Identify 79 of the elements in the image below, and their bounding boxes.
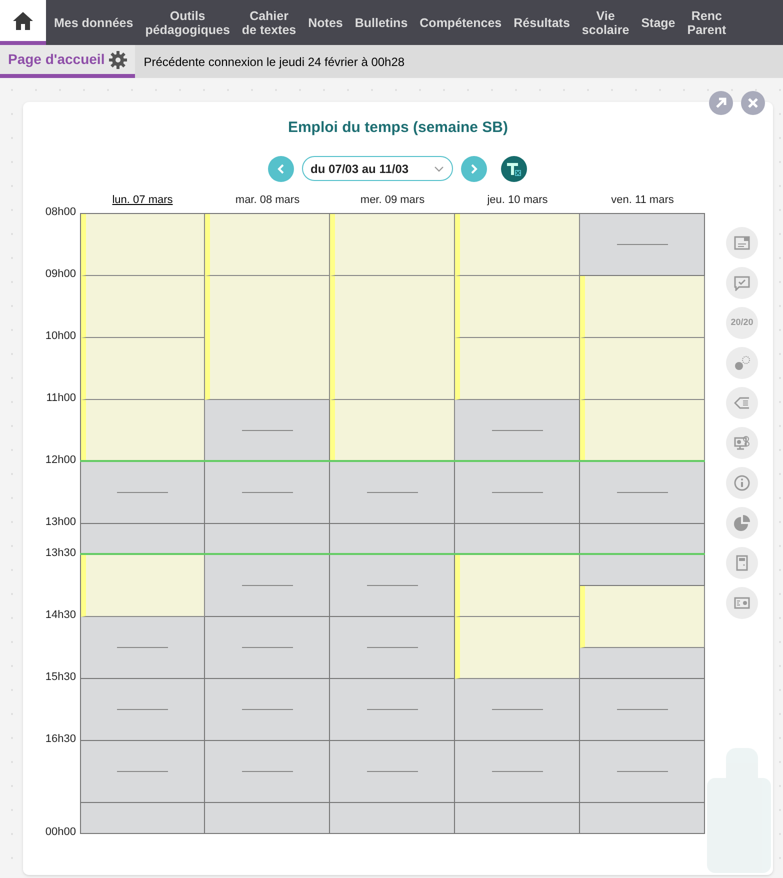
time-label: 16h30 xyxy=(45,732,76,744)
monitor-icon xyxy=(734,434,750,450)
course-block[interactable] xyxy=(455,276,580,338)
course-block[interactable] xyxy=(580,338,705,400)
time-label: 12h00 xyxy=(45,454,76,466)
nav-tab[interactable]: Stage xyxy=(641,16,676,30)
course-block[interactable] xyxy=(81,276,205,338)
settings-icon xyxy=(108,50,127,68)
export-button[interactable] xyxy=(500,156,526,182)
expand-button[interactable] xyxy=(709,91,733,115)
day-header[interactable]: mer. 09 mars xyxy=(330,194,455,212)
table-export-icon xyxy=(506,160,522,176)
pie-tool-button[interactable] xyxy=(726,506,758,538)
course-block[interactable] xyxy=(330,214,455,276)
nav-tab[interactable]: Notes xyxy=(308,16,343,30)
course-block[interactable] xyxy=(455,338,580,400)
time-label: 00h00 xyxy=(45,826,76,838)
home-icon xyxy=(12,10,34,30)
monitor-tool-button[interactable] xyxy=(726,426,758,458)
time-label: 08h00 xyxy=(45,206,76,218)
tag-icon xyxy=(734,394,750,410)
day-header[interactable]: jeu. 10 mars xyxy=(455,194,580,212)
time-label: 09h00 xyxy=(45,268,76,280)
chevron-down-icon xyxy=(434,166,444,172)
nav-tab[interactable]: Bulletins xyxy=(354,16,408,30)
note-icon xyxy=(734,234,750,250)
home-tab[interactable] xyxy=(0,0,46,45)
door-tool-button[interactable] xyxy=(726,546,758,578)
card-tool-button[interactable] xyxy=(726,586,758,618)
last-login-text: Précédente connexion le jeudi 24 février à 00h28 xyxy=(144,54,405,70)
info-tool-button[interactable] xyxy=(726,466,758,498)
projector-icon xyxy=(734,594,750,610)
time-label: 11h00 xyxy=(46,392,76,404)
dots-tool-button[interactable] xyxy=(726,346,758,378)
arrow-icon xyxy=(714,96,728,110)
nav-tab[interactable]: Outils pédagogiques xyxy=(145,8,230,36)
nav-tab[interactable]: Résultats xyxy=(514,16,570,30)
close-button[interactable] xyxy=(741,91,765,115)
course-block[interactable] xyxy=(81,400,205,462)
previous-week-button[interactable] xyxy=(268,156,294,182)
widget-title: Emploi du temps (semaine SB) xyxy=(286,118,510,138)
home-page-tab[interactable]: Page d'accueil xyxy=(0,45,135,78)
nav-tab[interactable]: Vie scolaire xyxy=(582,8,630,36)
time-label: 14h30 xyxy=(45,608,76,620)
course-block[interactable] xyxy=(455,554,580,616)
time-label: 13h00 xyxy=(45,516,76,528)
nav-tab[interactable]: Renc Parent xyxy=(687,8,726,36)
nav-tab[interactable]: Cahier de textes xyxy=(242,8,296,36)
day-header[interactable]: lun. 07 mars xyxy=(80,194,205,212)
course-block[interactable] xyxy=(455,214,580,276)
course-block[interactable] xyxy=(580,586,705,648)
note-tool-button[interactable] xyxy=(726,226,758,258)
course-block[interactable] xyxy=(330,400,455,462)
week-select[interactable]: du 07/03 au 11/03 xyxy=(302,156,452,181)
course-block[interactable] xyxy=(205,214,330,276)
course-block[interactable] xyxy=(81,338,205,400)
speech-check-icon xyxy=(734,274,750,290)
chevron-left-icon xyxy=(276,164,284,174)
nav-tab[interactable]: Mes données xyxy=(54,16,134,30)
tag-tool-button[interactable] xyxy=(726,386,758,418)
time-label: 15h30 xyxy=(45,670,76,682)
nav-tab[interactable]: Compétences xyxy=(420,16,502,30)
course-block[interactable] xyxy=(81,554,205,616)
info-icon xyxy=(734,474,750,490)
close-icon xyxy=(747,97,759,109)
time-label: 10h00 xyxy=(45,330,76,342)
check-tool-button[interactable] xyxy=(726,266,758,298)
chevron-right-icon xyxy=(470,164,478,174)
pie-chart-icon xyxy=(734,514,750,530)
course-block[interactable] xyxy=(580,276,705,338)
course-block[interactable] xyxy=(580,400,705,462)
course-block[interactable] xyxy=(81,214,205,276)
next-week-button[interactable] xyxy=(460,156,486,182)
course-block[interactable] xyxy=(455,616,580,678)
time-label: 13h30 xyxy=(45,546,76,558)
day-header[interactable]: ven. 11 mars xyxy=(580,194,705,212)
day-header[interactable]: mar. 08 mars xyxy=(205,194,330,212)
dots-icon xyxy=(734,354,750,370)
door-icon xyxy=(734,554,750,570)
